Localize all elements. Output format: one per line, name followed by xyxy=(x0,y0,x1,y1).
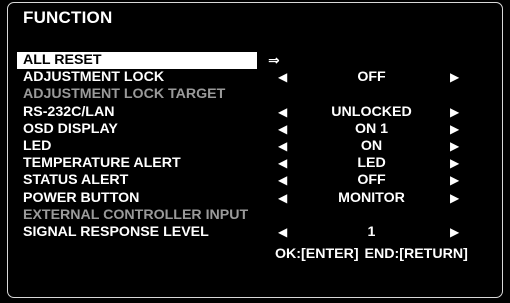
right-arrow-icon[interactable]: ▶ xyxy=(450,138,459,155)
menu-item-value: MONITOR xyxy=(338,189,405,206)
right-arrow-icon[interactable]: ▶ xyxy=(450,69,459,86)
left-arrow-icon[interactable]: ◀ xyxy=(278,104,287,121)
left-arrow-icon[interactable]: ◀ xyxy=(278,155,287,172)
menu-item-value: 1 xyxy=(367,223,376,240)
menu-item-value: OFF xyxy=(357,172,386,189)
left-arrow-icon[interactable]: ◀ xyxy=(278,172,287,189)
left-arrow-icon[interactable]: ◀ xyxy=(278,121,287,138)
end-return-hint: END:[RETURN] xyxy=(364,246,468,262)
footer-hints: OK:[ENTER] END:[RETURN] xyxy=(275,246,474,262)
left-arrow-icon[interactable]: ◀ xyxy=(278,138,287,155)
menu-item-value: OFF xyxy=(357,69,386,86)
menu-row-power-button[interactable]: POWER BUTTON ◀ MONITOR ▶ xyxy=(0,190,510,207)
menu-item-label: ADJUSTMENT LOCK xyxy=(23,69,165,86)
menu-item-label: OSD DISPLAY xyxy=(23,120,118,137)
ok-enter-hint: OK:[ENTER] xyxy=(275,246,359,262)
menu-item-label: EXTERNAL CONTROLLER INPUT xyxy=(23,206,249,223)
menu-item-label: LED xyxy=(23,137,52,154)
left-arrow-icon[interactable]: ◀ xyxy=(278,224,287,241)
right-arrow-icon[interactable]: ▶ xyxy=(450,155,459,172)
left-arrow-icon[interactable]: ◀ xyxy=(278,190,287,207)
menu-item-value: LED xyxy=(357,155,386,172)
menu-row-adjustment-lock-target: ADJUSTMENT LOCK TARGET xyxy=(0,86,510,103)
menu-item-label: POWER BUTTON xyxy=(23,189,140,206)
left-arrow-icon[interactable]: ◀ xyxy=(278,69,287,86)
enter-arrow-icon[interactable]: ⇒ xyxy=(268,52,280,69)
menu-item-label: SIGNAL RESPONSE LEVEL xyxy=(23,223,209,240)
right-arrow-icon[interactable]: ▶ xyxy=(450,121,459,138)
menu-row-external-controller-input: EXTERNAL CONTROLLER INPUT xyxy=(0,207,510,224)
function-menu: ALL RESET ⇒ ADJUSTMENT LOCK ◀ OFF ▶ ADJUSTMENT… xyxy=(0,52,510,241)
menu-item-label: RS-232C/LAN xyxy=(23,103,115,120)
menu-item-value: ON 1 xyxy=(354,120,389,137)
menu-row-all-reset[interactable]: ALL RESET ⇒ xyxy=(0,52,510,70)
menu-row-osd-display[interactable]: OSD DISPLAY ◀ ON 1 ▶ xyxy=(0,121,510,138)
menu-row-led[interactable]: LED ◀ ON ▶ xyxy=(0,138,510,155)
menu-row-temperature-alert[interactable]: TEMPERATURE ALERT ◀ LED ▶ xyxy=(0,155,510,172)
menu-row-rs-232c-lan[interactable]: RS-232C/LAN ◀ UNLOCKED ▶ xyxy=(0,104,510,121)
right-arrow-icon[interactable]: ▶ xyxy=(450,172,459,189)
menu-title: FUNCTION xyxy=(23,8,113,27)
menu-item-label: ADJUSTMENT LOCK TARGET xyxy=(23,86,226,103)
menu-item-value: UNLOCKED xyxy=(331,103,412,120)
right-arrow-icon[interactable]: ▶ xyxy=(450,190,459,207)
menu-row-status-alert[interactable]: STATUS ALERT ◀ OFF ▶ xyxy=(0,172,510,189)
menu-row-adjustment-lock[interactable]: ADJUSTMENT LOCK ◀ OFF ▶ xyxy=(0,69,510,86)
menu-item-label: ALL RESET xyxy=(23,52,102,68)
menu-row-signal-response-level[interactable]: SIGNAL RESPONSE LEVEL ◀ 1 ▶ xyxy=(0,224,510,241)
menu-item-value: ON xyxy=(360,137,383,154)
right-arrow-icon[interactable]: ▶ xyxy=(450,104,459,121)
right-arrow-icon[interactable]: ▶ xyxy=(450,224,459,241)
menu-item-label: STATUS ALERT xyxy=(23,172,129,189)
menu-item-label: TEMPERATURE ALERT xyxy=(23,155,181,172)
